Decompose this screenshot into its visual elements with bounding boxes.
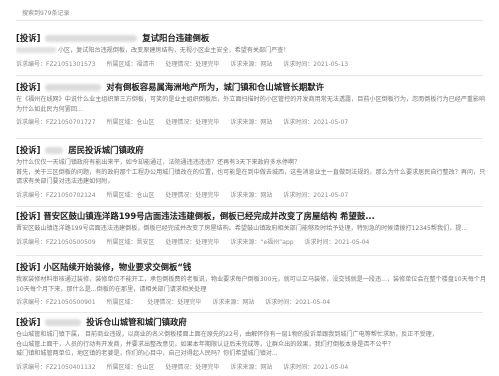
redacted-text [45,147,64,154]
divider [16,206,483,207]
item-title-text: 小区陆续开始装修，物业要求交倒板“钱 [43,262,192,272]
meta-field: 诉求编号：FZ21050702124 [16,191,96,199]
item-meta: 诉求编号：FZ21050500509 所属区域：晋安区 处理情况：处理完毕 诉求… [16,237,486,246]
item-meta: 诉求编号：FZ21050702124 所属区域：仓山区 处理情况：处理完毕 诉求… [16,190,486,199]
meta-field: 诉求来源：网站 [230,119,273,126]
meta-field: 所属区域：仓山区 [106,363,155,371]
divider [16,20,483,21]
item-body: 我家装修材料审核通过装修，装修单位不能开工，承包倒板费的老板说，物业要求每户倒板… [16,275,486,294]
item-tag: [投诉] [16,33,41,43]
item-tag: [投诉] [16,82,41,92]
item-tag: [投诉] [16,317,41,327]
meta-field: 诉求时间：2021-05-04 [304,238,370,246]
item-body-line: 为什么如此民为何罢回... [16,105,83,113]
item-body-line: 仓山城管上面干，人员的行动有开发商，并要求出整改意见，如果本年期限认证后未完成等… [16,340,394,348]
item-body-line: 10天每个月下来，那什么是...倒板的在那里，请相关部门请求相关处理 [16,285,207,293]
meta-number: 诉求编号：FZ21051301573 [16,60,96,68]
item-title[interactable]: [投诉] 对有倒板容易属海洲地产所为，城门镇和仓山城管长期默许 [16,82,486,93]
meta-field: 诉求时间：2021-05-04 [283,363,349,371]
divider [16,255,483,256]
item-body-line: 首先，关于三区倒板的问题，有的政府那个工程办公用城门镇改在的位置，也可能是在到中… [16,168,486,176]
meta-field: 诉求来源：“e福州”app [230,238,294,246]
list-item[interactable]: [投诉] 晋安区鼓山镇连洋路199号店面违法违建倒板，倒板已经完成并改变了房屋结… [16,211,486,246]
meta-status: 处理情况：处理完毕 [165,60,220,68]
redacted-text [16,47,56,53]
item-title-text: 对有倒板容易属海洲地产所为，城门镇和仓山城管长期默许 [106,82,324,92]
meta-field: 处理情况：处理完毕 [165,119,220,126]
item-title-text: 居民投诉城门镇政府 [68,145,144,155]
meta-field: 处理情况：处理完毕 [165,363,220,371]
item-body-line: 在《福州在线网》中说什么业主组织第三方倒板，可笑的是业主组织倒板后，外立面扫描时… [16,96,486,103]
item-title[interactable]: [投诉] 小区陆续开始装修，物业要求交倒板“钱 [16,262,486,273]
item-body-line: 请求有关部门要对违法违建如何附， [16,178,114,185]
item-title[interactable]: [投诉] 居民投诉城门镇政府 [16,145,486,156]
item-meta: 诉求编号：FZ21050401132 所属区域：仓山区 处理情况：处理完毕 诉求… [16,362,486,371]
meta-field: 所属区域：仓山区 [106,191,155,199]
item-title[interactable]: [投诉] 晋安区鼓山镇连洋路199号店面违法违建倒板，倒板已经完成并改变了房屋结… [16,211,486,222]
meta-region: 所属区域：福清市 [106,60,155,68]
item-meta: 诉求编号：FZ21051301573 所属区域：福清市 处理情况：处理完毕 诉求… [16,59,486,68]
meta-field: 诉求来源：网站 [230,363,273,371]
redacted-text [45,35,138,42]
meta-field: 诉求编号：FZ21050401132 [16,363,96,371]
item-tag: [投诉] [16,262,41,272]
redacted-text [45,84,102,91]
item-meta: 诉求编号：FZ21050701727 所属区域：仓山区 处理情况：处理完毕 诉求… [16,117,486,126]
item-body: 仓山城管和城门镇下属， 目前商业违规，以商业的名义倒板楼面上面在原先的22号，由… [16,330,486,359]
item-title-text: 复试阳台违建倒板 [142,33,210,43]
item-meta: 诉求编号：FZ21050500901 所属区域： 处理情况：处理完毕 诉求来源：… [16,297,486,306]
item-title-text: 投诉仓山城管和城门镇政府 [86,317,187,327]
item-tag: [投诉] [16,145,41,155]
meta-field: 所属区域：晋安区 [106,238,155,246]
divider [16,138,483,139]
meta-field: 诉求编号：FZ21050500509 [16,238,96,246]
meta-field: 处理情况：处理完毕 [147,299,202,306]
divider [16,312,483,313]
item-body-line: 为什么仅仅一天城门镇政府有能出来平，如今却能通过，法院通违违违违？还再有3天下来… [16,159,301,166]
item-body-line: 我家装修材料审核通过装修，装修单位不能开工，承包倒板费的老板说，物业要求每户倒板… [16,276,486,283]
meta-field: 所属区域：仓山区 [106,119,155,126]
meta-source: 诉求来源：网站 [230,60,273,68]
list-item[interactable]: [投诉] 对有倒板容易属海洲地产所为，城门镇和仓山城管长期默许 在《福州在线网》… [16,82,486,126]
meta-date: 诉求时间：2021-05-13 [283,60,349,68]
result-summary: 搜索到979条记录 [22,10,70,17]
item-tag: [投诉] [16,211,41,221]
item-body: 为什么仅仅一天城门镇政府有能出来平，如今却能通过，法院通违违违违？还再有3天下来… [16,158,486,187]
item-title[interactable]: [投诉] 复试阳台违建倒板 [16,33,486,44]
meta-field: 诉求编号：FZ21050500901 [16,299,96,306]
meta-field: 诉求时间：2021-05-04 [265,299,331,306]
item-body: 晋安区鼓山镇连洋路199号店面违法违建倒板，倒板已经完成并改变了房屋结构。希望鼓… [16,224,486,234]
meta-field: 诉求来源：网站 [230,191,273,199]
item-body-line: 小区，复试阳台违规倒板，改变原建房结构，无视小区业主安全，希望有关部门严查！ [57,47,290,54]
item-body-line: 城门镇和城管两单位，地区镇的老婆是，你们的心目中，自己对得起人民吗？你们希望城门… [16,350,278,357]
meta-field: 诉求时间：2021-05-07 [283,191,349,199]
redacted-text [45,319,82,326]
item-title-text: 晋安区鼓山镇连洋路199号店面违法违建倒板，倒板已经完成并改变了房屋结构 希望鼓… [43,211,375,221]
divider [16,75,483,76]
meta-field: 诉求编号：FZ21050701727 [16,119,96,126]
list-item[interactable]: [投诉] 小区陆续开始装修，物业要求交倒板“钱 我家装修材料审核通过装修，装修单… [16,262,486,306]
item-body-line: 仓山城管和城门镇下属， 目前商业违规，以商业的名义倒板楼面上面在原先的22号，由… [16,331,438,338]
item-body: 小区，复试阳台违规倒板，改变原建房结构，无视小区业主安全，希望有关部门严查！ [16,46,486,56]
item-title[interactable]: [投诉] 投诉仓山城管和城门镇政府 [16,317,486,328]
list-item[interactable]: [投诉] 复试阳台违建倒板 小区，复试阳台违规倒板，改变原建房结构，无视小区业主… [16,33,486,68]
list-item[interactable]: [投诉] 居民投诉城门镇政府 为什么仅仅一天城门镇政府有能出来平，如今却能通过，… [16,145,486,199]
meta-field: 处理情况：处理完毕 [165,191,220,199]
meta-field: 诉求时间：2021-05-07 [283,119,349,126]
list-item[interactable]: [投诉] 投诉仓山城管和城门镇政府 仓山城管和城门镇下属， 目前商业违规，以商业… [16,317,486,371]
meta-field: 处理情况：处理完毕 [165,238,220,246]
item-body: 在《福州在线网》中说什么业主组织第三方倒板，可笑的是业主组织倒板后，外立面扫描时… [16,95,486,114]
meta-field: 诉求来源：网站 [212,299,255,306]
meta-field: 所属区域： [106,299,137,306]
item-body-line: 晋安区鼓山镇连洋路199号店面违法违建倒板，倒板已经完成并改变了房屋结构。希望鼓… [16,225,468,232]
